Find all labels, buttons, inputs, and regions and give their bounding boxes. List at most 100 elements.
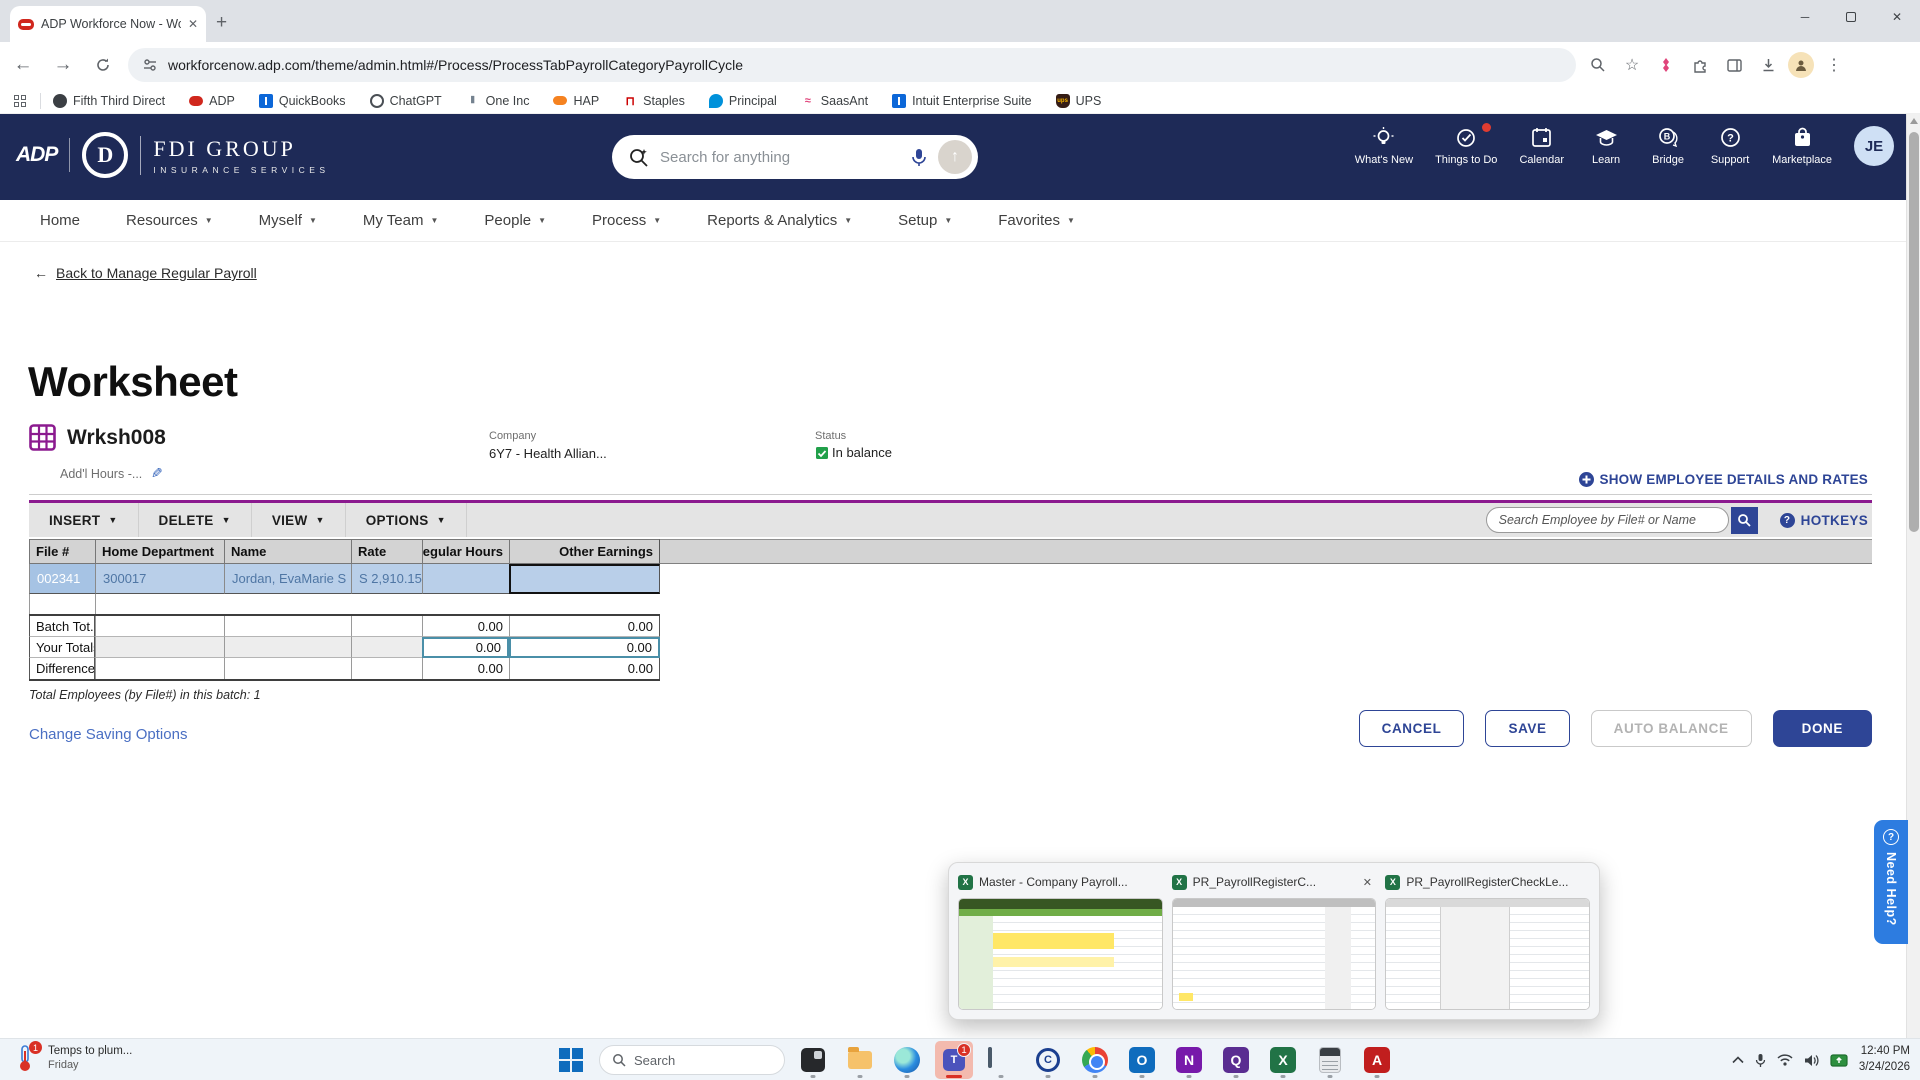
need-help-tab[interactable]: ? Need Help? <box>1874 820 1908 944</box>
cell-rate[interactable]: S 2,910.15 <box>351 564 422 594</box>
spreadsheet-thumbnail[interactable] <box>1385 898 1590 1010</box>
new-tab-button[interactable]: + <box>216 12 227 34</box>
nav-process[interactable]: Process▼ <box>592 212 661 229</box>
global-search[interactable]: ↑ <box>612 135 978 179</box>
nav-setup[interactable]: Setup▼ <box>898 212 952 229</box>
cell-name[interactable]: Jordan, EvaMarie S <box>224 564 351 594</box>
learn-button[interactable]: Learn <box>1586 126 1626 166</box>
bookmark-quickbooks[interactable]: QuickBooks <box>259 94 346 108</box>
nav-people[interactable]: People▼ <box>484 212 546 229</box>
hotkeys-button[interactable]: ? HOTKEYS <box>1780 513 1868 528</box>
minimize-button[interactable]: ─ <box>1782 0 1828 34</box>
employee-search-input[interactable] <box>1486 507 1729 533</box>
tray-wifi-icon[interactable] <box>1777 1054 1793 1066</box>
nav-favorites[interactable]: Favorites▼ <box>998 212 1075 229</box>
taskbar-chrome[interactable] <box>1076 1041 1114 1079</box>
calendar-button[interactable]: Calendar <box>1519 126 1564 166</box>
downloads-icon[interactable] <box>1754 51 1782 79</box>
side-panel-icon[interactable] <box>1720 51 1748 79</box>
browser-tab[interactable]: ADP Workforce Now - Workshe ✕ <box>10 6 206 42</box>
preview-payroll-check-ledger[interactable]: X PR_PayrollRegisterCheckLe... <box>1385 872 1590 1010</box>
extension-pink-icon[interactable] <box>1652 51 1680 79</box>
bookmark-intuit[interactable]: Intuit Enterprise Suite <box>892 94 1032 108</box>
cell-file-number[interactable]: 002341 <box>29 564 95 594</box>
spreadsheet-thumbnail[interactable] <box>958 898 1163 1010</box>
tray-update-icon[interactable] <box>1830 1053 1848 1067</box>
scrollbar-up-arrow[interactable] <box>1910 118 1918 124</box>
browser-profile-avatar[interactable] <box>1788 52 1814 78</box>
bookmark-staples[interactable]: ⊓Staples <box>623 94 685 108</box>
close-button[interactable]: ✕ <box>1874 0 1920 34</box>
bookmark-principal[interactable]: Principal <box>709 94 777 108</box>
refresh-icon[interactable] <box>86 48 120 82</box>
nav-resources[interactable]: Resources▼ <box>126 212 213 229</box>
cell-regular-hours[interactable] <box>422 564 509 594</box>
bookmark-one-inc[interactable]: ⦀One Inc <box>466 94 530 108</box>
show-employee-details-link[interactable]: SHOW EMPLOYEE DETAILS AND RATES <box>1579 472 1868 487</box>
bookmark-saasant[interactable]: ≈SaasAnt <box>801 94 868 108</box>
preview-payroll-register[interactable]: X PR_PayrollRegisterC... ✕ <box>1172 872 1377 1010</box>
cell-other-earnings-selected[interactable] <box>509 564 660 594</box>
user-avatar[interactable]: JE <box>1854 126 1894 166</box>
view-menu[interactable]: VIEW▼ <box>252 503 346 537</box>
preview-master-payroll[interactable]: X Master - Company Payroll... <box>958 872 1163 1010</box>
search-submit-icon[interactable]: ↑ <box>938 140 972 174</box>
options-menu[interactable]: OPTIONS▼ <box>346 503 467 537</box>
whats-new-button[interactable]: What's New <box>1355 126 1413 166</box>
taskbar-search[interactable]: Search <box>599 1045 785 1075</box>
insert-menu[interactable]: INSERT▼ <box>29 503 139 537</box>
taskbar-remote-desktop[interactable] <box>982 1041 1020 1079</box>
tray-microphone-icon[interactable] <box>1755 1053 1766 1068</box>
taskbar-acrobat[interactable]: A <box>1358 1041 1396 1079</box>
tray-chevron-icon[interactable] <box>1732 1056 1744 1064</box>
your-other-earnings-input[interactable]: 0.00 <box>509 637 660 658</box>
taskbar-quickbooks[interactable]: Q <box>1217 1041 1255 1079</box>
delete-menu[interactable]: DELETE▼ <box>139 503 252 537</box>
back-to-payroll-link[interactable]: ← Back to Manage Regular Payroll <box>34 265 257 281</box>
taskbar-clock[interactable]: 12:40 PM 3/24/2026 <box>1859 1044 1910 1075</box>
maximize-button[interactable] <box>1828 0 1874 34</box>
bookmark-ups[interactable]: upsUPS <box>1056 94 1102 108</box>
preview-close-icon[interactable]: ✕ <box>1358 873 1376 891</box>
tray-volume-icon[interactable] <box>1804 1054 1819 1067</box>
support-button[interactable]: ? Support <box>1710 126 1750 166</box>
taskbar-outlook[interactable]: O <box>1123 1041 1161 1079</box>
extensions-puzzle-icon[interactable] <box>1686 51 1714 79</box>
nav-home[interactable]: Home <box>40 212 80 229</box>
forward-icon[interactable]: → <box>46 48 80 82</box>
cancel-button[interactable]: CANCEL <box>1359 710 1465 747</box>
microphone-icon[interactable] <box>910 147 928 167</box>
marketplace-button[interactable]: Marketplace <box>1772 126 1832 166</box>
taskbar-file-explorer[interactable] <box>841 1041 879 1079</box>
back-icon[interactable]: ← <box>6 48 40 82</box>
taskbar-c-app[interactable]: C <box>1029 1041 1067 1079</box>
scrollbar-thumb[interactable] <box>1909 132 1919 532</box>
taskbar-excel[interactable]: X <box>1264 1041 1302 1079</box>
tab-close-icon[interactable]: ✕ <box>188 17 198 31</box>
cell-home-department[interactable]: 300017 <box>95 564 224 594</box>
bookmark-hap[interactable]: HAP <box>553 94 599 108</box>
url-input[interactable]: workforcenow.adp.com/theme/admin.html#/P… <box>128 48 1576 82</box>
browser-menu-icon[interactable]: ⋮ <box>1820 51 1848 79</box>
bookmark-adp[interactable]: ADP <box>189 94 235 108</box>
nav-my-team[interactable]: My Team▼ <box>363 212 439 229</box>
taskbar-dark-app[interactable] <box>794 1041 832 1079</box>
global-search-input[interactable] <box>660 149 900 166</box>
start-button[interactable] <box>552 1041 590 1079</box>
page-scrollbar[interactable] <box>1906 114 1920 1038</box>
bridge-button[interactable]: B Bridge <box>1648 126 1688 166</box>
taskbar-calculator[interactable] <box>1311 1041 1349 1079</box>
zoom-lens-icon[interactable] <box>1584 51 1612 79</box>
your-regular-hours-input[interactable]: 0.00 <box>422 637 509 658</box>
taskbar-edge[interactable] <box>888 1041 926 1079</box>
apps-grid-icon[interactable] <box>14 95 26 107</box>
edit-pencil-icon[interactable]: ✎ <box>151 465 163 482</box>
bookmark-fifth-third[interactable]: Fifth Third Direct <box>53 94 165 108</box>
nav-myself[interactable]: Myself▼ <box>259 212 317 229</box>
taskbar-teams-alert[interactable]: T 1 <box>935 1041 973 1079</box>
weather-widget[interactable]: 1 Temps to plum... Friday <box>14 1043 132 1073</box>
nav-reports-analytics[interactable]: Reports & Analytics▼ <box>707 212 852 229</box>
spreadsheet-thumbnail[interactable] <box>1172 898 1377 1010</box>
taskbar-onenote[interactable]: N <box>1170 1041 1208 1079</box>
bookmark-chatgpt[interactable]: ChatGPT <box>370 94 442 108</box>
